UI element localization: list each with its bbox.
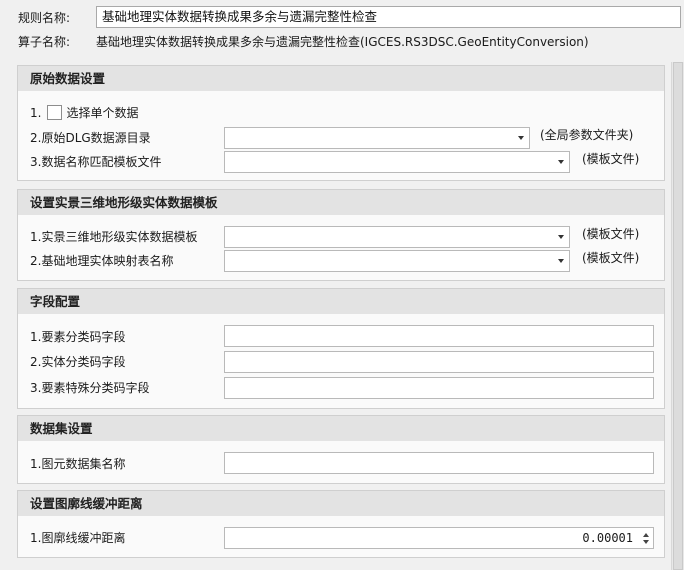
entity-template-label: 1.实景三维地形级实体数据模板	[30, 230, 198, 244]
entity-mapping-suffix: (模板文件)	[582, 251, 640, 265]
buffer-panel: 设置图廓线缓冲距离 1.图廓线缓冲距离 0.00001	[17, 490, 665, 558]
vertical-scrollbar[interactable]	[671, 62, 684, 570]
single-data-row: 1. 选择单个数据	[30, 103, 138, 123]
feature-code-input[interactable]	[224, 325, 654, 347]
raw-data-panel: 原始数据设置 1. 选择单个数据 2.原始DLG数据源目录 (全局参数文件夹) 3…	[17, 65, 665, 181]
single-data-prefix: 1.	[30, 106, 42, 120]
chevron-down-icon	[558, 235, 564, 239]
buffer-distance-label: 1.图廓线缓冲距离	[30, 531, 126, 545]
entity-code-input[interactable]	[224, 351, 654, 373]
special-code-input[interactable]	[224, 377, 654, 399]
dlg-source-label: 2.原始DLG数据源目录	[30, 131, 151, 145]
dlg-source-suffix: (全局参数文件夹)	[540, 128, 634, 142]
dlg-source-dropdown[interactable]	[224, 127, 530, 149]
name-template-dropdown[interactable]	[224, 151, 570, 173]
operator-name-row: 算子名称: 基础地理实体数据转换成果多余与遗漏完整性检查(IGCES.RS3DS…	[18, 33, 589, 50]
entity-template-panel: 设置实景三维地形级实体数据模板 1.实景三维地形级实体数据模板 (模板文件) 2…	[17, 189, 665, 281]
name-template-label: 3.数据名称匹配模板文件	[30, 155, 162, 169]
buffer-distance-value: 0.00001	[582, 531, 633, 545]
rule-name-row: 规则名称:	[18, 9, 96, 26]
entity-mapping-label: 2.基础地理实体映射表名称	[30, 254, 174, 268]
fields-panel: 字段配置 1.要素分类码字段 2.实体分类码字段 3.要素特殊分类码字段	[17, 288, 665, 409]
chevron-down-icon	[558, 259, 564, 263]
dataset-panel-title: 数据集设置	[18, 416, 664, 441]
entity-template-suffix: (模板文件)	[582, 227, 640, 241]
rule-name-label: 规则名称:	[18, 11, 71, 25]
spin-up-icon[interactable]	[643, 533, 649, 537]
entity-mapping-dropdown[interactable]	[224, 250, 570, 272]
entity-code-label: 2.实体分类码字段	[30, 355, 126, 369]
fields-panel-title: 字段配置	[18, 289, 664, 314]
operator-name-label: 算子名称:	[18, 35, 71, 49]
single-data-label: 选择单个数据	[66, 106, 139, 120]
buffer-distance-spinner[interactable]: 0.00001	[224, 527, 654, 549]
name-template-suffix: (模板文件)	[582, 152, 640, 166]
buffer-panel-title: 设置图廓线缓冲距离	[18, 491, 664, 516]
chevron-down-icon	[558, 160, 564, 164]
dataset-panel: 数据集设置 1.图元数据集名称	[17, 415, 665, 484]
dataset-name-label: 1.图元数据集名称	[30, 457, 126, 471]
raw-data-panel-title: 原始数据设置	[18, 66, 664, 91]
operator-name-value: 基础地理实体数据转换成果多余与遗漏完整性检查(IGCES.RS3DSC.GeoE…	[96, 35, 589, 49]
scrollbar-thumb[interactable]	[673, 62, 683, 570]
single-data-checkbox[interactable]	[47, 105, 63, 120]
feature-code-label: 1.要素分类码字段	[30, 330, 126, 344]
dataset-name-input[interactable]	[224, 452, 654, 474]
chevron-down-icon	[518, 136, 524, 140]
entity-template-dropdown[interactable]	[224, 226, 570, 248]
entity-template-panel-title: 设置实景三维地形级实体数据模板	[18, 190, 664, 215]
spin-down-icon[interactable]	[643, 540, 649, 544]
special-code-label: 3.要素特殊分类码字段	[30, 381, 150, 395]
rule-name-input[interactable]: 基础地理实体数据转换成果多余与遗漏完整性检查	[96, 6, 681, 28]
